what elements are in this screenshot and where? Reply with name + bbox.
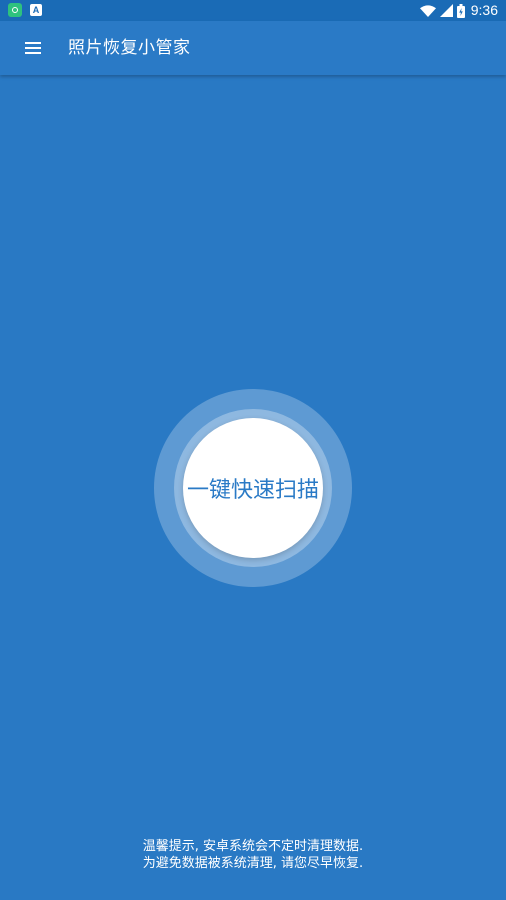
- toolbar: 照片恢复小管家: [0, 21, 506, 75]
- menu-icon[interactable]: [20, 36, 46, 60]
- app-screen: A 9:36 照片恢复小管家 一键快速扫描 温馨提示, 安卓系统会不定时清理数据…: [0, 0, 506, 900]
- cellular-signal-icon: [439, 4, 453, 17]
- battery-icon: [456, 3, 465, 18]
- status-indicators: 9:36: [419, 2, 498, 19]
- tip-text: 温馨提示, 安卓系统会不定时清理数据. 为避免数据被系统清理, 请您尽早恢复.: [0, 838, 506, 872]
- tip-line-2: 为避免数据被系统清理, 请您尽早恢复.: [142, 856, 364, 871]
- wifi-icon: [419, 4, 436, 17]
- tip-line-1: 温馨提示, 安卓系统会不定时清理数据.: [142, 839, 364, 854]
- app-title: 照片恢复小管家: [68, 38, 191, 58]
- text-notification-icon: A: [30, 4, 42, 16]
- quick-scan-button[interactable]: 一键快速扫描: [183, 418, 323, 558]
- clock: 9:36: [470, 2, 498, 18]
- status-notifications: A: [8, 3, 42, 17]
- status-bar: A 9:36: [0, 0, 506, 21]
- app-notification-icon: [8, 3, 22, 17]
